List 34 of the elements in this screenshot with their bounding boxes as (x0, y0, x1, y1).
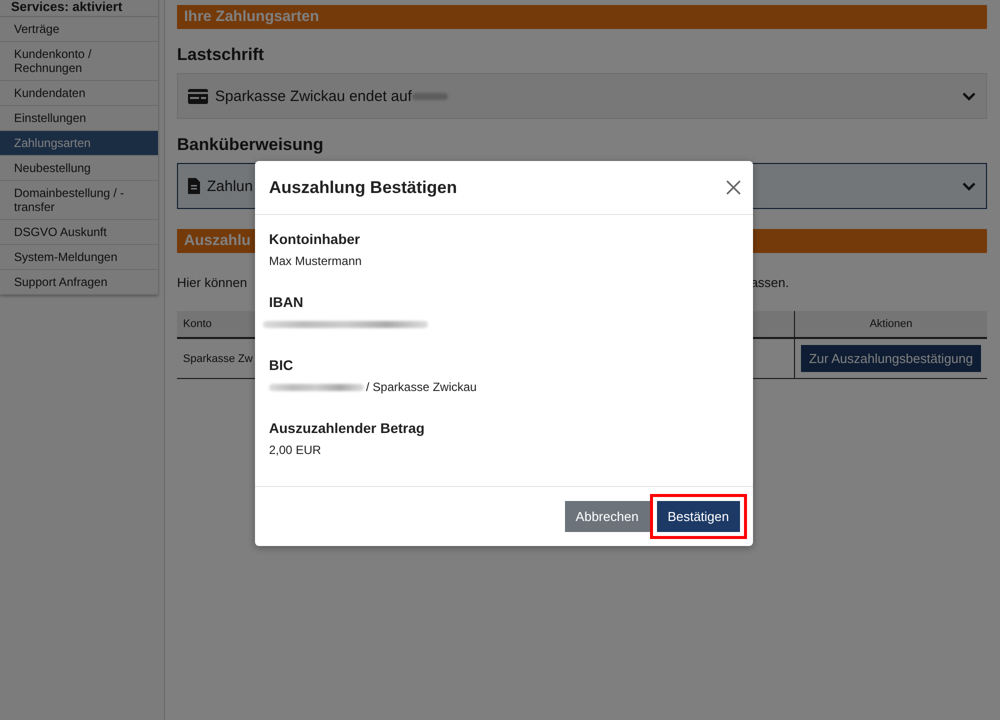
cancel-button[interactable]: Abbrechen (564, 501, 650, 532)
document-icon (188, 178, 200, 194)
sidebar-item[interactable]: Neubestellung (0, 156, 158, 181)
modal-title: Auszahlung Bestätigen (269, 178, 457, 198)
accordion-item[interactable]: Sparkasse Zwickau endet auf (177, 73, 987, 119)
field-label: BIC (269, 357, 294, 374)
close-icon[interactable] (726, 180, 741, 195)
section-header: Ihre Zahlungsarten (177, 5, 987, 29)
sidebar-item[interactable]: Verträge (0, 17, 158, 42)
field-value: / Sparkasse Zwickau (366, 380, 477, 394)
chevron-down-icon (962, 182, 976, 190)
confirm-button[interactable]: Bestätigen (656, 501, 740, 532)
sidebar-item[interactable]: Domainbestellung / -transfer (0, 181, 158, 220)
accordion-label: Sparkasse Zwickau endet auf (215, 88, 412, 104)
field-value: Max Mustermann (269, 254, 362, 268)
description-text: Hier können (177, 275, 248, 290)
sidebar-header: Services: aktiviert (0, 0, 158, 17)
sidebar-item[interactable]: Kundenkonto / Rechnungen (0, 42, 158, 81)
sidebar-item[interactable]: DSGVO Auskunft (0, 220, 158, 245)
field-value: 2,00 EUR (269, 443, 322, 457)
chevron-down-icon (962, 92, 976, 100)
accordion-label: Zahlun (207, 178, 253, 194)
field-label: Auszuzahlender Betrag (269, 420, 426, 437)
sidebar-item[interactable]: Kundendaten (0, 81, 158, 106)
sidebar-item[interactable]: Zahlungsarten (0, 131, 158, 156)
card-icon (188, 88, 208, 104)
sidebar-item[interactable]: System-Meldungen (0, 245, 158, 270)
section-title: Lastschrift (177, 45, 265, 65)
column-header: Aktionen (794, 311, 987, 338)
field-label: Kontoinhaber (269, 231, 361, 248)
section-title: Banküberweisung (177, 135, 324, 155)
field-label: IBAN (269, 294, 304, 311)
payout-confirmation-button[interactable]: Zur Auszahlungsbestätigung (800, 345, 981, 372)
sidebar-item[interactable]: Support Anfragen (0, 270, 158, 295)
